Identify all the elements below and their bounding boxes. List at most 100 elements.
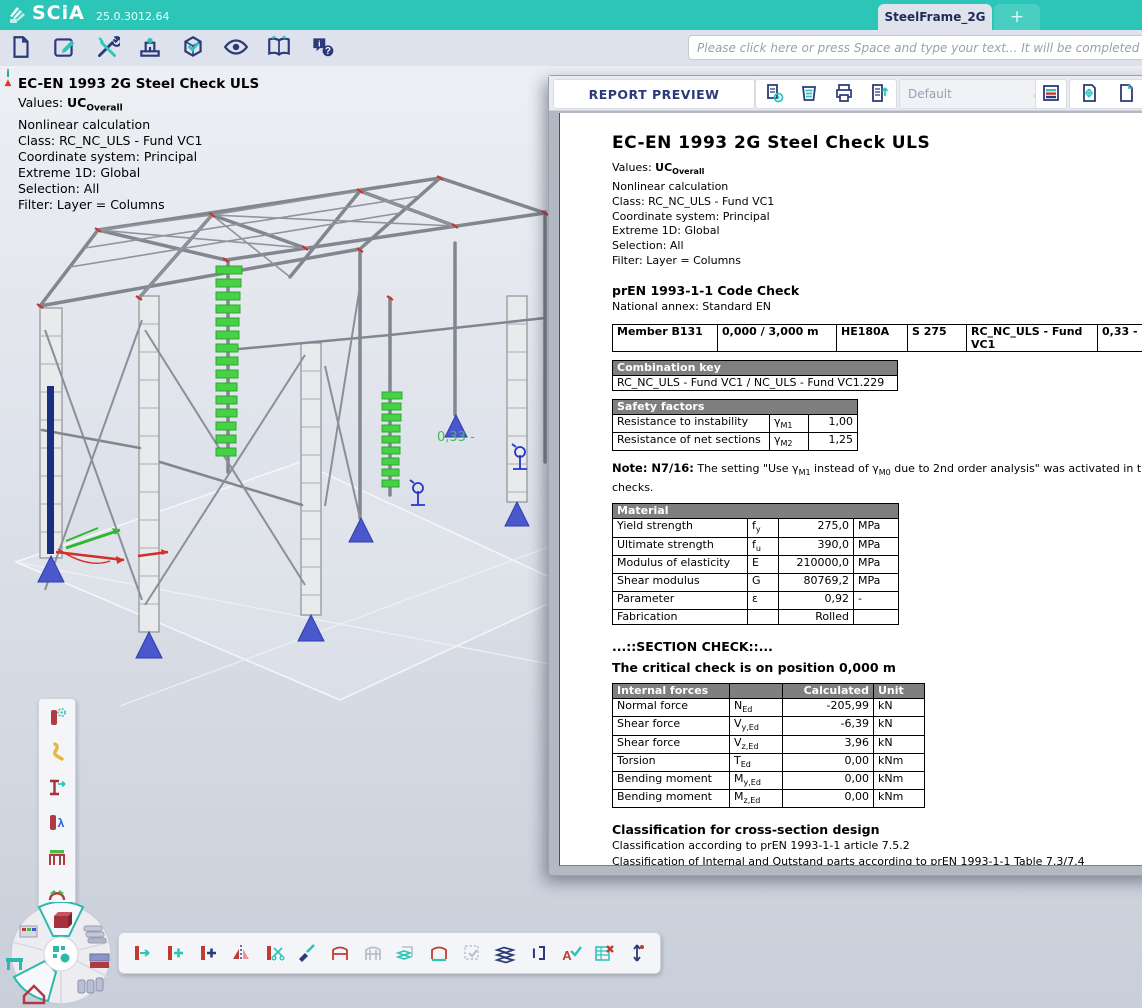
- app-version: 25.0.3012.64: [96, 10, 169, 23]
- title-bar: SCiA 25.0.3012.64 SteelFrame_2G +: [0, 0, 1142, 30]
- tools-icon[interactable]: [92, 33, 122, 63]
- selection-disabled-icon: [459, 940, 485, 966]
- section-check-heading: ...::SECTION CHECK::...: [612, 639, 1142, 654]
- safety-row: Resistance to instability γM1 1,00: [613, 414, 858, 432]
- combination-value: RC_NC_ULS - Fund VC1 / NC_ULS - Fund VC1…: [613, 375, 898, 390]
- toc-group: [1035, 79, 1067, 109]
- svg-text:?: ?: [325, 46, 331, 57]
- uc-result-label: 0,33 -: [437, 430, 475, 445]
- arch-deformation-icon[interactable]: [45, 880, 69, 904]
- export-report-icon[interactable]: [866, 81, 892, 107]
- dropdown-value: Default: [908, 87, 952, 101]
- material-row: Shear modulus G 80769,2 MPa: [613, 573, 899, 591]
- trim-cut-icon[interactable]: [261, 940, 287, 966]
- annotation-line: Filter: Layer = Columns: [18, 197, 259, 213]
- svg-text:A: A: [562, 948, 572, 963]
- force-row: Bending moment Mz,Ed 0,00 kNm: [613, 790, 925, 808]
- result-toolbar: λ: [38, 698, 76, 911]
- material-row: Ultimate strength fu 390,0 MPa: [613, 537, 899, 555]
- frame-open-icon[interactable]: [426, 940, 452, 966]
- layers-frame-icon[interactable]: [393, 940, 419, 966]
- brand-logo: SCiA: [32, 2, 85, 24]
- process-wheel[interactable]: [0, 902, 126, 1008]
- force-row: Normal force NEd -205,99 kN: [613, 699, 925, 717]
- member-end-arrow-icon[interactable]: [129, 940, 155, 966]
- code-check-heading: prEN 1993-1-1 Code Check: [612, 283, 1142, 298]
- annotation-line: Class: RC_NC_ULS - Fund VC1: [18, 133, 259, 149]
- dimension-icon[interactable]: [624, 940, 650, 966]
- new-document-icon[interactable]: [6, 33, 36, 63]
- scia-logo-icon: [7, 4, 29, 26]
- help-icon[interactable]: i?: [307, 33, 337, 63]
- meta-line: Extreme 1D: Global: [612, 224, 1142, 239]
- insert-node-icon[interactable]: [195, 940, 221, 966]
- frame-disabled-icon: [360, 940, 386, 966]
- view-annotation: EC-EN 1993 2G Steel Check ULS Values: UC…: [18, 76, 259, 213]
- command-line: [688, 35, 1142, 60]
- slenderness-lambda-icon[interactable]: λ: [45, 810, 69, 834]
- classification-line2: Classification of Internal and Outstand …: [612, 855, 1142, 866]
- annotation-title: EC-EN 1993 2G Steel Check ULS: [18, 76, 259, 92]
- selected-member[interactable]: [47, 386, 54, 554]
- annotation-line: Selection: All: [18, 181, 259, 197]
- member-summary-table: Member B131 0,000 / 3,000 m HE180A S 275…: [612, 324, 1142, 352]
- material-row: Modulus of elasticity E 210000,0 MPa: [613, 555, 899, 573]
- library-book-icon[interactable]: [264, 33, 294, 63]
- print-icon[interactable]: [831, 81, 857, 107]
- verify-cube-icon[interactable]: [178, 33, 208, 63]
- meta-line: Coordinate system: Principal: [612, 210, 1142, 225]
- regenerate-report-icon[interactable]: [761, 81, 787, 107]
- visibility-eye-icon[interactable]: [221, 33, 251, 63]
- combination-header: Combination key: [613, 360, 898, 375]
- material-table: Material Yield strength fy 275,0 MPa Ult…: [612, 503, 899, 625]
- machine-icon[interactable]: [135, 33, 165, 63]
- cross-section-icon[interactable]: [45, 775, 69, 799]
- ground-plane: [16, 462, 578, 706]
- national-annex: National annex: Standard EN: [612, 300, 1142, 314]
- rename-icon[interactable]: I: [525, 940, 551, 966]
- svg-text:λ: λ: [58, 816, 65, 830]
- mirror-icon[interactable]: [228, 940, 254, 966]
- command-input[interactable]: [688, 35, 1142, 60]
- critical-check-line: The critical check is on position 0,000 …: [612, 660, 1142, 675]
- classification-line1: Classification according to prEN 1993-1-…: [612, 839, 1142, 853]
- wheel-hub[interactable]: [44, 937, 78, 971]
- force-row: Bending moment My,Ed 0,00 kNm: [613, 772, 925, 790]
- check-text-icon[interactable]: A: [558, 940, 584, 966]
- annotation-line: Extreme 1D: Global: [18, 165, 259, 181]
- annotation-line: Coordinate system: Principal: [18, 149, 259, 165]
- safety-header: Safety factors: [613, 399, 858, 414]
- single-page-icon[interactable]: [1113, 81, 1139, 107]
- report-actions-group: [755, 79, 897, 109]
- table-of-contents-icon[interactable]: [1038, 81, 1064, 107]
- scia-engineer-window: { "app": { "brand": "SCiA", "version": "…: [0, 0, 1142, 1008]
- main-toolbar: i?: [0, 30, 1142, 67]
- edit-project-icon[interactable]: [49, 33, 79, 63]
- meta-line: Filter: Layer = Columns: [612, 254, 1142, 269]
- warning-triangle-icon: ▲: [2, 79, 14, 88]
- combination-key-table: Combination key RC_NC_ULS - Fund VC1 / N…: [612, 360, 898, 391]
- report-page[interactable]: EC-EN 1993 2G Steel Check ULS Values: UC…: [559, 113, 1142, 866]
- fit-width-icon[interactable]: [1076, 81, 1102, 107]
- info-icon[interactable]: i▲: [2, 68, 14, 88]
- delete-table-icon[interactable]: [591, 940, 617, 966]
- project-tab[interactable]: SteelFrame_2G: [878, 4, 992, 30]
- internal-forces-table: Internal forces Calculated Unit Normal f…: [612, 683, 925, 808]
- member-summary-row: Member B131 0,000 / 3,000 m HE180A S 275…: [613, 324, 1142, 351]
- frame-icon[interactable]: [327, 940, 353, 966]
- new-tab-button[interactable]: +: [994, 4, 1040, 30]
- deformed-shape-icon[interactable]: [45, 740, 69, 764]
- annotation-line: Nonlinear calculation: [18, 117, 259, 133]
- report-title: EC-EN 1993 2G Steel Check ULS: [612, 133, 1142, 153]
- report-template-dropdown[interactable]: Default ∧: [899, 79, 1049, 109]
- annotation-values: Values: UCOverall: [18, 95, 259, 117]
- force-row: Shear force Vy,Ed -6,39 kN: [613, 717, 925, 735]
- report-style-icon[interactable]: [796, 81, 822, 107]
- note-paragraph: Note: N7/16: The setting "Use γM1 instea…: [612, 461, 1142, 495]
- meta-line: Class: RC_NC_ULS - Fund VC1: [612, 195, 1142, 210]
- frame-load-icon[interactable]: [45, 845, 69, 869]
- layers-icon[interactable]: [492, 940, 518, 966]
- member-check-settings-icon[interactable]: [45, 705, 69, 729]
- brush-icon[interactable]: [294, 940, 320, 966]
- add-node-icon[interactable]: [162, 940, 188, 966]
